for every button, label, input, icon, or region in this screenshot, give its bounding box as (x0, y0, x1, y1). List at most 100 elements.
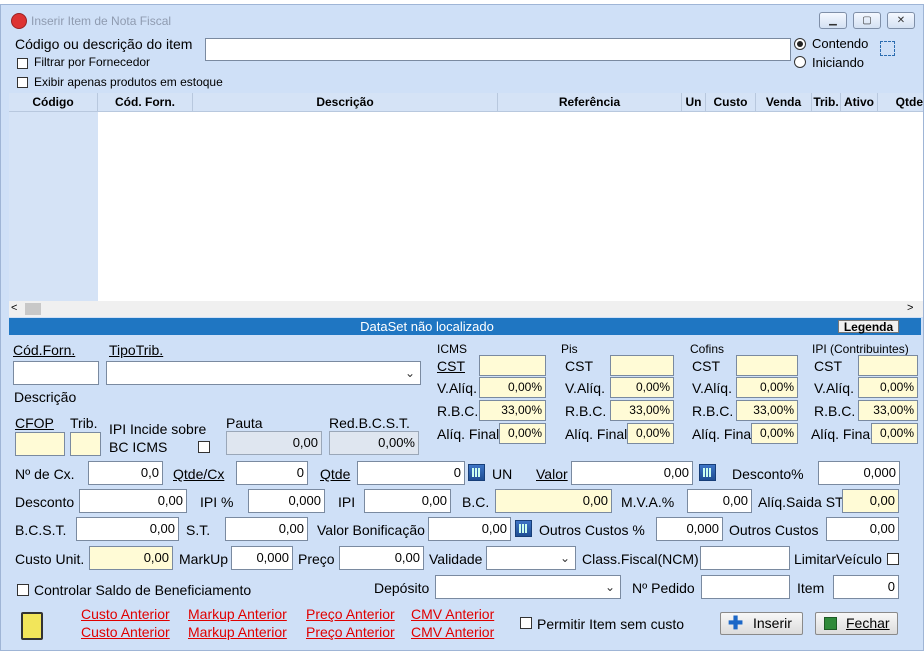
filtrar-fornecedor-checkbox[interactable] (17, 58, 28, 69)
ipi-incide-checkbox[interactable] (198, 441, 210, 453)
search-input[interactable] (205, 38, 791, 61)
n-pedido-input[interactable] (701, 575, 790, 599)
custo-anterior-link-1[interactable]: Custo Anterior (81, 606, 170, 622)
col-custo[interactable]: Custo (706, 93, 756, 111)
preco-anterior-link-2[interactable]: Preço Anterior (306, 624, 395, 640)
scroll-right-icon[interactable]: > (907, 302, 913, 314)
permitir-sem-custo-checkbox[interactable] (520, 617, 532, 629)
col-codigo[interactable]: Código (9, 93, 98, 111)
status-message: DataSet não localizado (360, 319, 494, 334)
ipi-incide-label: IPI Incide sobre (109, 421, 207, 437)
custo-anterior-link-2[interactable]: Custo Anterior (81, 624, 170, 640)
col-ativo[interactable]: Ativo (841, 93, 878, 111)
col-venda[interactable]: Venda (756, 93, 812, 111)
products-grid[interactable]: Código Cód. Forn. Descrição Referência U… (9, 93, 923, 301)
scroll-thumb[interactable] (25, 303, 41, 315)
qtde-calculator-icon[interactable] (468, 464, 485, 481)
descricao-label: Descrição (14, 389, 77, 405)
qtde-cx-input[interactable]: 0 (236, 461, 308, 485)
bc-input[interactable]: 0,00 (495, 489, 612, 513)
col-trib[interactable]: Trib. (812, 93, 841, 111)
valor-input[interactable]: 0,00 (571, 461, 693, 485)
icms-cst-input[interactable] (479, 355, 546, 376)
icms-title: ICMS (437, 342, 467, 356)
col-descricao[interactable]: Descrição (193, 93, 498, 111)
cofins-aliq-final-input[interactable]: 0,00% (751, 423, 798, 444)
mva-input[interactable]: 0,00 (687, 489, 752, 513)
limitar-veiculo-checkbox[interactable] (887, 553, 899, 565)
icms-cst-label: CST (437, 358, 465, 374)
preco-input[interactable]: 0,00 (339, 546, 424, 570)
col-un[interactable]: Un (682, 93, 706, 111)
ipi-cst-input[interactable] (858, 355, 918, 376)
bonificacao-calculator-icon[interactable] (515, 520, 532, 537)
pis-rbc-input[interactable]: 33,00% (610, 400, 674, 421)
preco-anterior-link-1[interactable]: Preço Anterior (306, 606, 395, 622)
maximize-button[interactable]: ▢ (853, 12, 881, 29)
outros-custos-pct-input[interactable]: 0,000 (656, 517, 723, 541)
scroll-left-icon[interactable]: < (11, 302, 17, 314)
cofins-valiq-input[interactable]: 0,00% (736, 377, 798, 398)
outros-custos-input[interactable]: 0,00 (826, 517, 899, 541)
ipi-value-label: IPI (338, 494, 356, 510)
icms-aliq-final-input[interactable]: 0,00% (499, 423, 546, 444)
close-button[interactable]: ✕ (887, 12, 915, 29)
filter-settings-icon[interactable] (880, 41, 895, 56)
valor-bonificacao-input[interactable]: 0,00 (428, 517, 511, 541)
ipi-value-input[interactable]: 0,00 (364, 489, 451, 513)
exibir-estoque-label: Exibir apenas produtos em estoque (34, 75, 223, 89)
inserir-button[interactable]: ✚ Inserir (720, 612, 803, 635)
trib-input[interactable] (70, 432, 101, 456)
fechar-button[interactable]: Fechar (815, 612, 898, 635)
desconto-pct-input[interactable]: 0,000 (818, 461, 900, 485)
qtde-input[interactable]: 0 (357, 461, 465, 485)
outros-custos-pct-label: Outros Custos % (539, 522, 645, 538)
cod-forn-input[interactable] (13, 361, 99, 385)
radio-iniciando[interactable] (794, 56, 806, 68)
st-input[interactable]: 0,00 (225, 517, 308, 541)
controlar-saldo-checkbox[interactable] (17, 584, 29, 596)
markup-input[interactable]: 0,000 (231, 546, 293, 570)
desconto-input[interactable]: 0,00 (79, 489, 187, 513)
markup-anterior-link-1[interactable]: Markup Anterior (188, 606, 287, 622)
cmv-anterior-link-2[interactable]: CMV Anterior (411, 624, 494, 640)
bcst-input[interactable]: 0,00 (76, 517, 179, 541)
icms-rbc-input[interactable]: 33,00% (479, 400, 546, 421)
icms-valiq-input[interactable]: 0,00% (479, 377, 546, 398)
cfop-input[interactable] (15, 432, 65, 456)
minimize-button[interactable]: ▁ (819, 12, 847, 29)
tipo-trib-select[interactable] (106, 361, 421, 385)
cofins-rbc-input[interactable]: 33,00% (736, 400, 798, 421)
ipi-valiq-input[interactable]: 0,00% (858, 377, 918, 398)
valor-calculator-icon[interactable] (699, 464, 716, 481)
ipi-aliq-final-label: Alíq. Final (811, 426, 874, 442)
pis-valiq-input[interactable]: 0,00% (610, 377, 674, 398)
aliq-saida-st-input[interactable]: 0,00 (842, 489, 899, 513)
col-qtde[interactable]: Qtde (878, 93, 923, 111)
bcst-label: B.C.S.T. (15, 522, 67, 538)
exibir-estoque-checkbox[interactable] (17, 77, 28, 88)
radio-contendo[interactable] (794, 38, 806, 50)
cmv-anterior-link-1[interactable]: CMV Anterior (411, 606, 494, 622)
markup-anterior-link-2[interactable]: Markup Anterior (188, 624, 287, 640)
custo-unit-input[interactable]: 0,00 (89, 546, 173, 570)
n-cx-input[interactable]: 0,0 (88, 461, 163, 485)
legenda-button[interactable]: Legenda (838, 320, 899, 334)
validade-select[interactable] (486, 546, 576, 570)
deposito-select[interactable] (435, 575, 621, 599)
col-cod-forn[interactable]: Cód. Forn. (98, 93, 193, 111)
class-fiscal-input[interactable] (700, 546, 790, 570)
clipboard-icon[interactable] (21, 612, 43, 640)
filtrar-fornecedor-label: Filtrar por Fornecedor (34, 55, 151, 69)
grid-horizontal-scrollbar[interactable]: < > (9, 301, 923, 317)
item-input[interactable]: 0 (833, 575, 899, 599)
pis-aliq-final-input[interactable]: 0,00% (627, 423, 674, 444)
ipi-aliq-final-input[interactable]: 0,00% (871, 423, 918, 444)
ipi-pct-input[interactable]: 0,000 (248, 489, 325, 513)
pauta-input[interactable]: 0,00 (226, 431, 322, 455)
ipi-rbc-input[interactable]: 33,00% (858, 400, 918, 421)
red-bcst-input[interactable]: 0,00% (329, 431, 419, 455)
col-referencia[interactable]: Referência (498, 93, 682, 111)
pis-cst-input[interactable] (610, 355, 674, 376)
cofins-cst-input[interactable] (736, 355, 798, 376)
